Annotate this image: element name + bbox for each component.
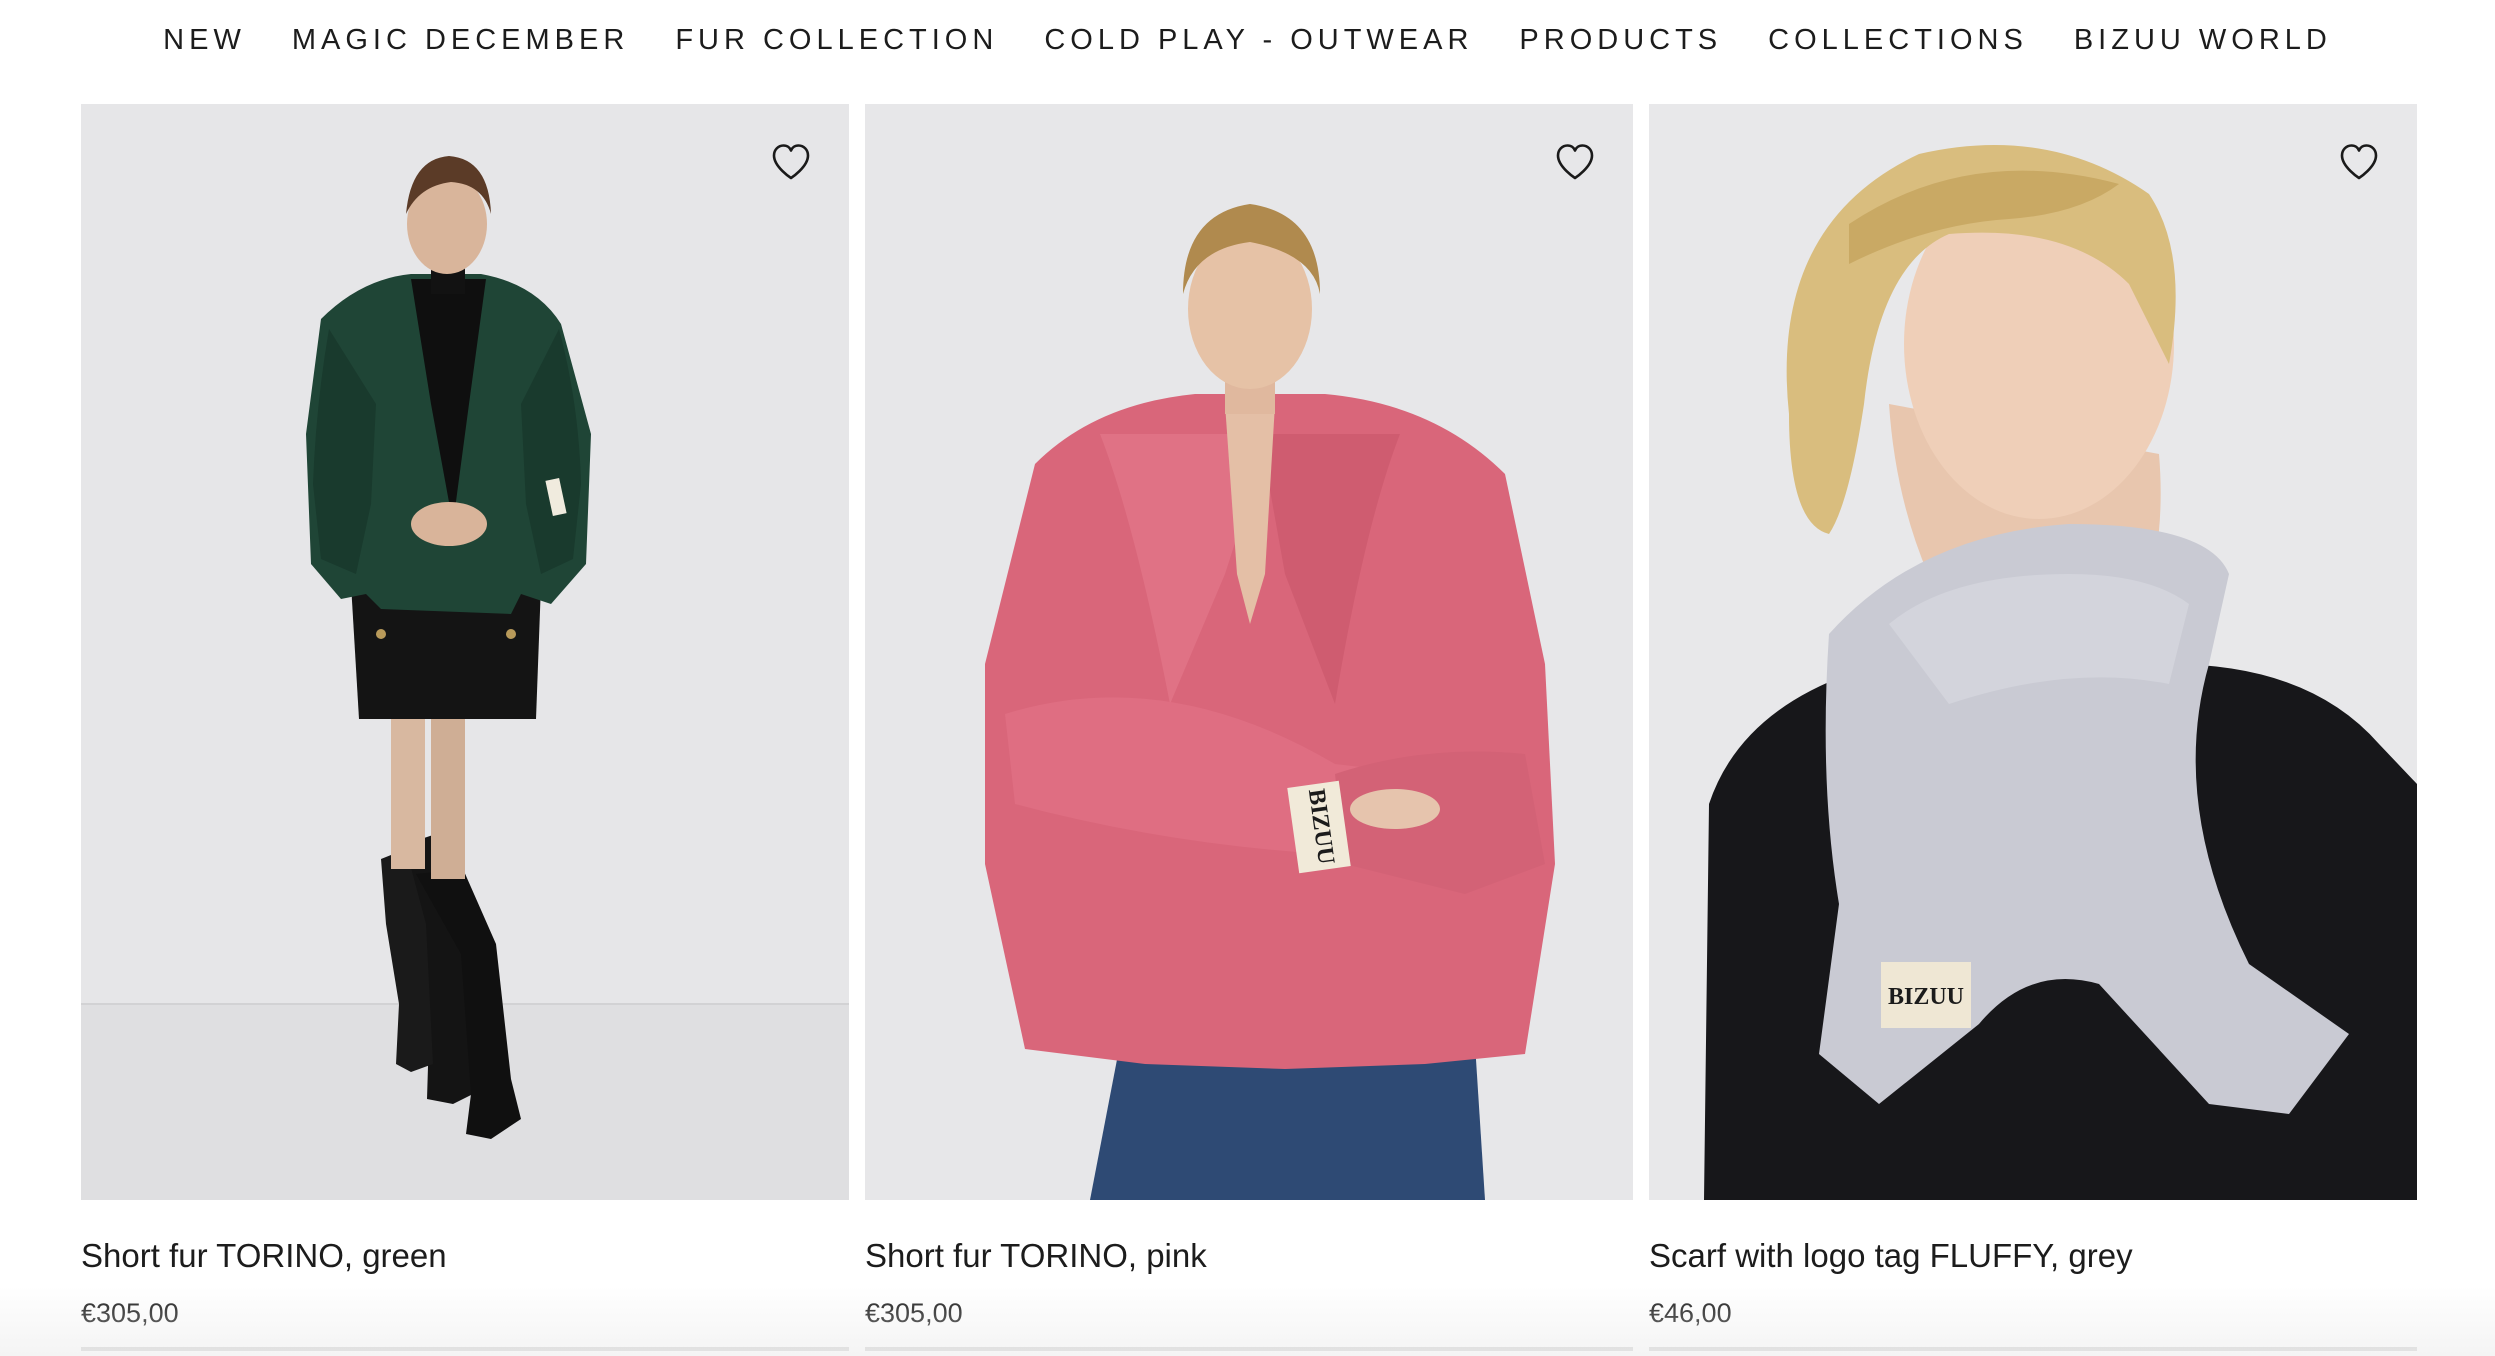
product-price: €46,00 bbox=[1649, 1297, 1732, 1328]
nav-item-bizuu-world[interactable]: BIZUU WORLD bbox=[2051, 24, 2355, 57]
product-image[interactable] bbox=[81, 104, 849, 1200]
nav-item-magic-december[interactable]: MAGIC DECEMBER bbox=[269, 24, 652, 57]
card-divider bbox=[865, 1346, 1633, 1351]
product-grid: Short fur TORINO, green €305,00 BIZUU Sh… bbox=[81, 104, 2417, 1351]
product-card[interactable]: Short fur TORINO, green €305,00 bbox=[81, 104, 849, 1351]
wishlist-button[interactable] bbox=[1553, 140, 1597, 184]
product-price: €305,00 bbox=[81, 1297, 179, 1328]
logo-tag-bizuu: BIZUU bbox=[1888, 984, 1964, 1010]
nav-item-products[interactable]: PRODUCTS bbox=[1496, 24, 1745, 57]
main-navigation: NEW MAGIC DECEMBER FUR COLLECTION COLD P… bbox=[0, 0, 2495, 80]
card-divider bbox=[81, 1346, 849, 1351]
product-image[interactable]: BIZUU bbox=[865, 104, 1633, 1200]
wishlist-button[interactable] bbox=[2337, 140, 2381, 184]
nav-item-collections[interactable]: COLLECTIONS bbox=[1745, 24, 2051, 57]
product-name[interactable]: Short fur TORINO, green bbox=[81, 1236, 849, 1276]
heart-outline-icon bbox=[772, 144, 810, 180]
heart-outline-icon bbox=[2340, 144, 2378, 180]
wishlist-button[interactable] bbox=[769, 140, 813, 184]
product-price: €305,00 bbox=[865, 1297, 963, 1328]
nav-item-cold-play-outwear[interactable]: COLD PLAY - OUTWEAR bbox=[1021, 24, 1496, 57]
product-photo-grey-scarf: BIZUU bbox=[1649, 104, 2417, 1200]
nav-item-fur-collection[interactable]: FUR COLLECTION bbox=[652, 24, 1021, 57]
card-divider bbox=[1649, 1346, 2417, 1351]
product-name[interactable]: Short fur TORINO, pink bbox=[865, 1236, 1633, 1276]
product-card[interactable]: BIZUU Short fur TORINO, pink €305,00 bbox=[865, 104, 1633, 1351]
nav-item-new[interactable]: NEW bbox=[140, 24, 269, 57]
product-name[interactable]: Scarf with logo tag FLUFFY, grey bbox=[1649, 1236, 2417, 1276]
product-card[interactable]: BIZUU Scarf with logo tag FLUFFY, grey €… bbox=[1649, 104, 2417, 1351]
heart-outline-icon bbox=[1556, 144, 1594, 180]
product-photo-pink-fur: BIZUU bbox=[865, 104, 1633, 1200]
product-photo-green-fur bbox=[81, 104, 849, 1200]
product-image[interactable]: BIZUU bbox=[1649, 104, 2417, 1200]
